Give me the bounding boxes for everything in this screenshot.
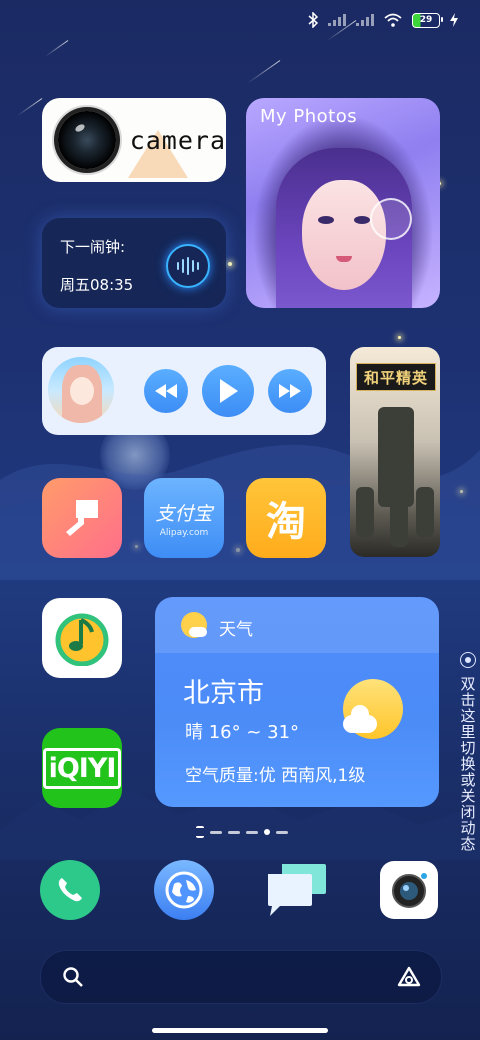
assistant-icon[interactable] [397, 966, 421, 988]
camera-icon [392, 873, 427, 908]
photo-eye [354, 216, 370, 224]
page-dot [276, 830, 288, 834]
home-indicator[interactable] [152, 1028, 328, 1033]
weather-air-quality: 空气质量:优 西南风,1级 [185, 766, 366, 786]
taobao-app-icon[interactable]: 淘 [246, 478, 326, 558]
play-icon [220, 379, 238, 403]
battery-icon: 29 [412, 12, 443, 28]
theme-app-icon[interactable] [42, 478, 122, 558]
cloud-icon [343, 705, 377, 733]
camera-widget-label: camera [129, 125, 226, 155]
iqiyi-app-icon[interactable]: iQIYI [42, 728, 122, 808]
photo-eye [318, 216, 334, 224]
target-icon [460, 652, 476, 668]
firefly [398, 336, 401, 339]
alarm-time: 周五08:35 [60, 276, 134, 294]
music-widget[interactable] [42, 347, 326, 435]
game-logo-text: 和平精英 [363, 368, 428, 387]
fast-forward-button[interactable] [268, 369, 312, 413]
rewind-icon [155, 384, 177, 398]
alipay-cn-label: 支付宝 [155, 502, 213, 525]
soldier-figure [378, 407, 414, 507]
weather-header: 天气 [155, 597, 439, 653]
weather-temperature: 晴 16° ~ 31° [185, 722, 300, 743]
signal-icon [356, 14, 374, 26]
album-art[interactable] [48, 357, 114, 423]
page-dot [210, 830, 222, 834]
alipay-app-icon[interactable]: 支付宝 Alipay.com [144, 478, 224, 558]
page-indicator[interactable] [196, 826, 288, 838]
brush-icon [66, 500, 98, 536]
meteor [44, 40, 69, 57]
battery-level: 29 [419, 15, 433, 25]
qq-music-app-icon[interactable] [42, 598, 122, 678]
photo-lips [336, 256, 352, 262]
iqiyi-logo: iQIYI [42, 747, 122, 789]
weather-header-label: 天气 [219, 620, 253, 640]
photo-portrait [302, 180, 386, 290]
page-dot [246, 830, 258, 834]
voice-wave-icon [166, 244, 210, 288]
signal-icon [328, 14, 346, 26]
dynamic-toggle-label: 双击这里切换或关闭动态 [458, 676, 477, 852]
alipay-en-label: Alipay.com [159, 527, 209, 538]
music-note-icon [55, 613, 109, 666]
photos-title: My Photos [260, 106, 358, 127]
charging-icon [450, 13, 458, 27]
page-dot [228, 830, 240, 834]
firefly [228, 262, 232, 266]
search-icon [63, 967, 83, 987]
taobao-glyph: 淘 [266, 499, 306, 545]
status-bar: 29 [308, 10, 458, 30]
game-widget[interactable]: 和平精英 [350, 347, 440, 557]
search-bar[interactable] [40, 950, 442, 1004]
browser-app-icon[interactable] [154, 860, 214, 920]
fast-forward-icon [279, 384, 301, 398]
heart-bubble-icon [370, 198, 412, 240]
rewind-button[interactable] [144, 369, 188, 413]
soldier-figure [356, 487, 374, 537]
camera-app-icon[interactable] [380, 861, 438, 919]
small-cloud-icon [189, 627, 207, 637]
play-button[interactable] [202, 365, 254, 417]
weather-city: 北京市 [183, 678, 264, 709]
phone-app-icon[interactable] [40, 860, 100, 920]
photos-widget[interactable]: My Photos [246, 98, 440, 308]
meteor [17, 98, 43, 117]
game-logo: 和平精英 [356, 363, 436, 391]
alarm-title: 下一闹钟: [60, 238, 126, 256]
page-list-icon [196, 826, 204, 838]
alarm-widget[interactable]: 下一闹钟: 周五08:35 [42, 218, 226, 308]
meteor [246, 60, 281, 84]
camera-lens-icon [58, 111, 116, 169]
phone-icon [58, 878, 82, 902]
soldier-figure [416, 487, 434, 537]
browser-icon [165, 871, 203, 909]
dynamic-toggle-hint[interactable]: 双击这里切换或关闭动态 [458, 652, 478, 852]
bluetooth-icon [308, 12, 318, 28]
wifi-icon [384, 13, 402, 27]
weather-widget[interactable]: 天气 北京市 晴 16° ~ 31° 空气质量:优 西南风,1级 [155, 597, 439, 807]
page-dot-current [264, 829, 270, 835]
messages-app-icon[interactable] [266, 860, 328, 920]
soldier-figure [390, 497, 408, 547]
album-art-face [70, 377, 94, 405]
messages-icon [268, 864, 326, 916]
